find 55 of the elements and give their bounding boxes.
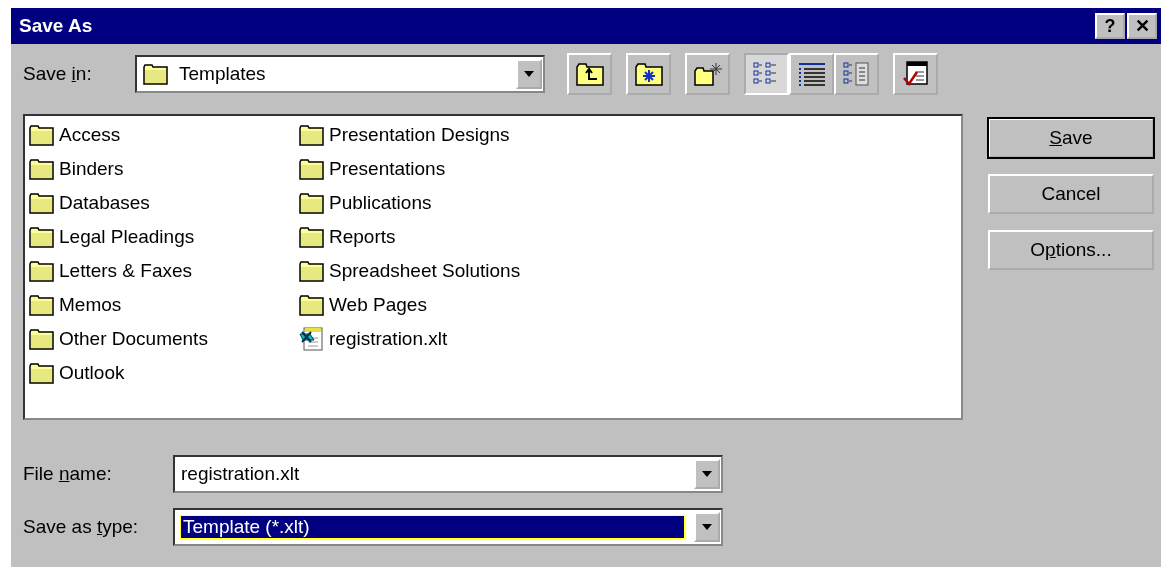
tools-icon (900, 60, 931, 88)
file-list-item[interactable]: Reports (299, 220, 569, 254)
folder-icon (29, 225, 55, 249)
file-list-item[interactable]: Legal Pleadings (29, 220, 299, 254)
file-list-item[interactable]: Databases (29, 186, 299, 220)
file-list-item[interactable]: Access (29, 118, 299, 152)
up-folder-icon (574, 61, 605, 87)
folder-icon (29, 123, 55, 147)
file-list-item[interactable]: Spreadsheet Solutions (299, 254, 569, 288)
list-view-button[interactable] (744, 53, 789, 95)
folder-icon (299, 191, 325, 215)
folder-icon (299, 225, 325, 249)
folder-star-icon (633, 61, 664, 87)
window-title: Save As (19, 15, 94, 37)
close-button[interactable]: ✕ (1127, 13, 1157, 39)
folder-dropdown[interactable]: Templates (135, 55, 545, 93)
file-list-item[interactable]: Presentation Designs (299, 118, 569, 152)
folder-icon (29, 361, 55, 385)
file-list-item[interactable]: Binders (29, 152, 299, 186)
file-list-item[interactable]: Other Documents (29, 322, 299, 356)
save-in-label: Save in: (23, 63, 93, 85)
file-list-item[interactable]: Outlook (29, 356, 299, 390)
folder-icon (29, 293, 55, 317)
spreadsheet-template-icon (299, 326, 325, 352)
file-list-item[interactable]: Letters & Faxes (29, 254, 299, 288)
help-button[interactable]: ? (1095, 13, 1125, 39)
folder-icon (29, 327, 55, 351)
folder-icon (29, 191, 55, 215)
folder-icon (299, 157, 325, 181)
options-button[interactable]: Options... (988, 230, 1154, 270)
save-button[interactable]: Save (988, 118, 1154, 158)
folder-icon (29, 157, 55, 181)
new-folder-button[interactable] (685, 53, 730, 95)
file-list-item[interactable]: Web Pages (299, 288, 569, 322)
file-list[interactable]: Access Binders Databases Legal Pleadings Letters & Faxes Memos Other Documents Outlook Presentation Designs Presentations Publications Reports Spreadsheet Solutions Web Pages registration.xlt (23, 114, 963, 420)
file-list-item[interactable]: Presentations (299, 152, 569, 186)
tools-button[interactable] (893, 53, 938, 95)
up-folder-button[interactable] (567, 53, 612, 95)
folder-icon (299, 293, 325, 317)
details-view-button[interactable] (789, 53, 834, 95)
file-list-item[interactable]: Publications (299, 186, 569, 220)
folder-icon (29, 259, 55, 283)
cancel-button[interactable]: Cancel (988, 174, 1154, 214)
properties-view-button[interactable] (834, 53, 879, 95)
file-type-dropdown[interactable]: Template (*.xlt) (173, 508, 723, 546)
file-name-label: File name: (23, 463, 113, 485)
folder-icon (143, 62, 169, 86)
folder-icon (299, 259, 325, 283)
folder-icon (299, 123, 325, 147)
file-type-label: Save as type: (23, 516, 140, 538)
file-list-item[interactable]: Memos (29, 288, 299, 322)
file-list-item[interactable]: registration.xlt (299, 322, 569, 356)
file-name-field[interactable]: registration.xlt (173, 455, 723, 493)
favorites-button[interactable] (626, 53, 671, 95)
new-folder-icon (692, 61, 723, 87)
